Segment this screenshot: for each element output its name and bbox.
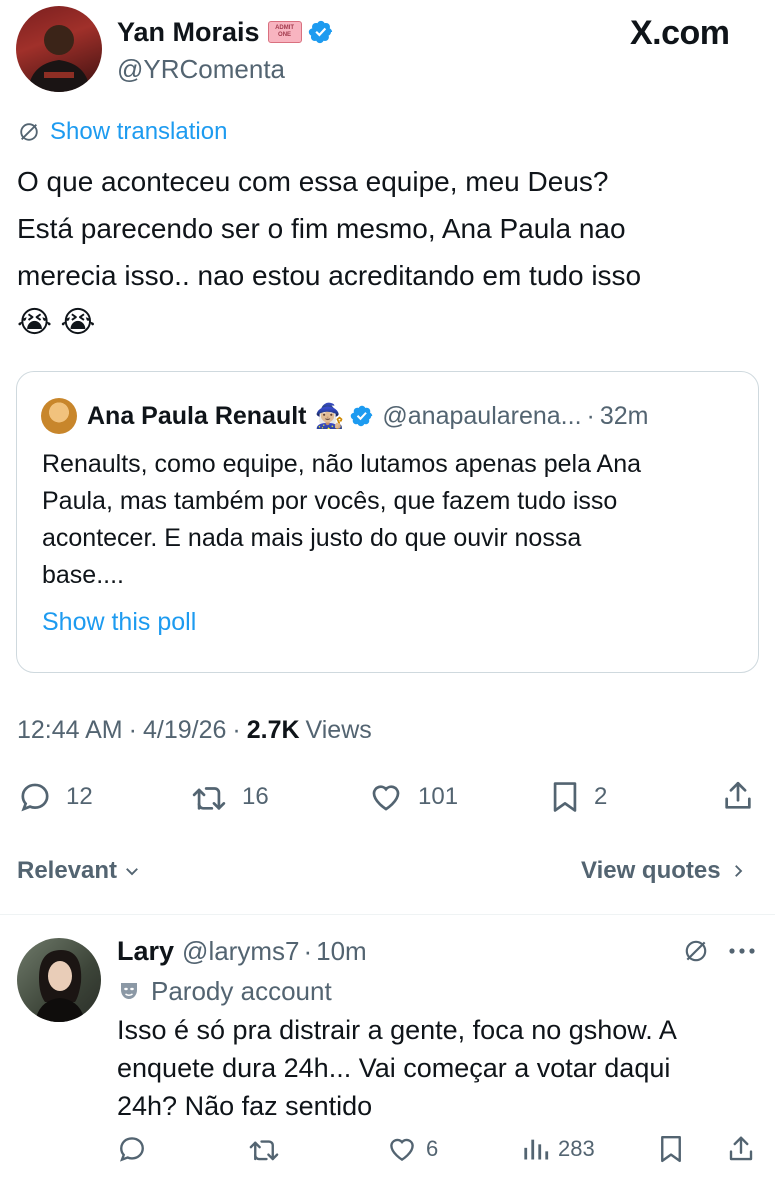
reply-author-handle[interactable]: @laryms7	[182, 936, 299, 967]
views-count: 2.7K	[246, 716, 300, 744]
author-avatar[interactable]	[16, 6, 102, 92]
reply-like-button[interactable]: 6	[386, 1134, 438, 1164]
quote-card[interactable]: Ana Paula Renault 🧙🏼‍♀️ @anapaularena...…	[16, 371, 759, 673]
translate-globe-icon	[683, 938, 709, 964]
heart-icon	[386, 1134, 426, 1164]
repost-button[interactable]: 16	[190, 780, 269, 814]
reply-button[interactable]: 12	[18, 780, 93, 814]
show-poll-link[interactable]: Show this poll	[42, 608, 196, 637]
tweet-time[interactable]: 12:44 AM	[17, 716, 123, 745]
reply-author-name[interactable]: Lary	[117, 936, 174, 967]
reply-like-count: 6	[426, 1136, 439, 1161]
tweet-text-line: O que aconteceu com essa equipe, meu Deu…	[17, 166, 609, 197]
quote-text-line: acontecer. E nada mais justo do que ouvi…	[42, 524, 582, 552]
tweet-emojis: 😭 😭	[17, 306, 96, 339]
reply-text-line: enquete dura 24h... Vai começar a votar …	[117, 1053, 671, 1083]
reply-author-avatar[interactable]	[17, 938, 101, 1022]
sort-label: Relevant	[17, 857, 118, 884]
chevron-down-icon	[123, 862, 141, 880]
quote-author-avatar[interactable]	[41, 398, 77, 434]
translate-globe-icon	[18, 121, 40, 143]
more-options-icon[interactable]	[728, 946, 756, 956]
share-button[interactable]	[721, 778, 755, 814]
reply-count: 12	[66, 783, 93, 810]
author-handle[interactable]: @YRComenta	[117, 54, 285, 85]
reply-text-line: Isso é só pra distrair a gente, foca no …	[117, 1015, 677, 1045]
share-icon	[726, 1133, 764, 1165]
quote-author-handle: @anapaularena...	[382, 401, 582, 430]
tweet-text-line: Está parecendo ser o fim mesmo, Ana Paul…	[17, 213, 626, 244]
chevron-right-icon	[729, 862, 747, 880]
reply-icon	[18, 780, 66, 814]
view-quotes-label: View quotes	[581, 857, 721, 884]
reply-translate-button[interactable]	[683, 938, 709, 964]
views-label: Views	[305, 716, 372, 744]
heart-icon	[368, 780, 418, 814]
quote-time: 32m	[599, 401, 649, 430]
bookmark-icon	[658, 1134, 692, 1164]
bookmark-icon	[550, 780, 594, 814]
site-logo: X.com	[630, 14, 730, 52]
author-name-row: Yan Morais ADMIT ONE	[117, 14, 334, 50]
bookmark-count: 2	[594, 783, 608, 810]
repost-icon	[190, 780, 242, 814]
quote-header: Ana Paula Renault 🧙🏼‍♀️ @anapaularena...…	[87, 398, 649, 434]
repost-count: 16	[242, 783, 269, 810]
show-translation-label: Show translation	[50, 118, 228, 145]
quote-text-line: Paula, mas também por vocês, que fazem t…	[42, 487, 618, 515]
quote-name-emoji: 🧙🏼‍♀️	[314, 402, 345, 430]
like-button[interactable]: 101	[368, 780, 458, 814]
reply-repost-button[interactable]	[247, 1134, 289, 1164]
separator-dot: ·	[128, 716, 137, 744]
reply-share-button[interactable]	[726, 1133, 764, 1165]
separator-dot: ·	[303, 935, 313, 966]
quote-author-name: Ana Paula Renault	[87, 401, 307, 430]
separator-dot: ·	[586, 401, 595, 430]
tweet-date[interactable]: 4/19/26	[143, 716, 226, 745]
divider	[0, 914, 775, 915]
parody-label: Parody account	[151, 975, 332, 1006]
repost-icon	[247, 1134, 289, 1164]
tweet-text-line: merecia isso.. nao estou acreditando em …	[17, 260, 642, 291]
reply-icon	[117, 1134, 155, 1164]
share-icon	[721, 778, 755, 814]
parody-account-label: Parody account	[117, 975, 332, 1007]
show-translation-button[interactable]: Show translation	[18, 118, 227, 146]
reply-text-line: 24h? Não faz sentido	[117, 1091, 373, 1121]
quote-text: Renaults, como equipe, não lutamos apena…	[42, 446, 641, 594]
reply-reply-button[interactable]	[117, 1134, 155, 1164]
analytics-bars-icon	[522, 1134, 558, 1164]
quote-text-line: base....	[42, 561, 124, 589]
admit-one-ticket-icon: ADMIT ONE	[267, 21, 302, 43]
like-count: 101	[418, 783, 459, 810]
reply-header: Lary @laryms7 · 10m	[117, 933, 367, 969]
separator-dot: ·	[232, 716, 241, 744]
reply-text: Isso é só pra distrair a gente, foca no …	[117, 1011, 677, 1125]
author-name[interactable]: Yan Morais	[117, 17, 260, 48]
tweet-text: O que aconteceu com essa equipe, meu Deu…	[17, 158, 641, 346]
bookmark-button[interactable]: 2	[550, 780, 607, 814]
verified-badge-icon	[350, 404, 374, 428]
reply-bookmark-button[interactable]	[658, 1134, 692, 1164]
view-quotes-link[interactable]: View quotes	[581, 856, 747, 886]
reply-time[interactable]: 10m	[316, 936, 367, 967]
sort-dropdown[interactable]: Relevant	[17, 856, 141, 886]
verified-badge-icon	[308, 19, 334, 45]
reply-views-button[interactable]: 283	[522, 1134, 595, 1164]
theater-mask-icon	[117, 979, 141, 1003]
quote-text-line: Renaults, como equipe, não lutamos apena…	[42, 450, 642, 478]
reply-views-count: 283	[558, 1136, 595, 1161]
tweet-meta: 12:44 AM · 4/19/26 · 2.7K Views	[17, 716, 372, 745]
